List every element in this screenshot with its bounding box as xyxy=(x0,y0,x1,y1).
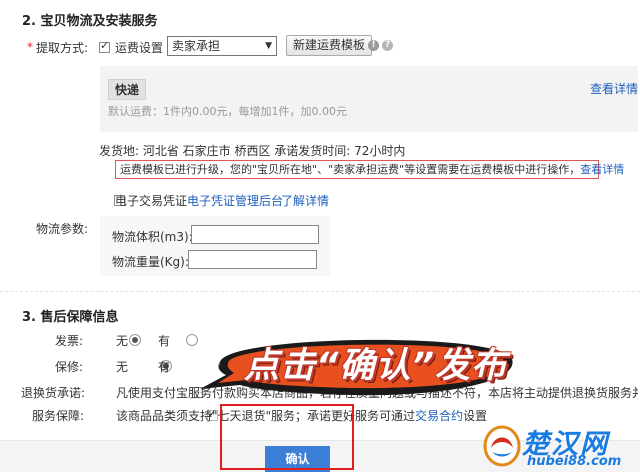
e-voucher-admin-link[interactable]: 电子凭证管理后台 xyxy=(187,192,283,209)
warranty-no-label: 无 xyxy=(116,360,129,374)
ship-from-text: 发货地: 河北省 石家庄市 桥西区 承诺发货时间: 72小时内 xyxy=(99,144,406,158)
params-label: 物流参数: xyxy=(36,222,89,236)
volume-input[interactable] xyxy=(191,225,319,244)
volume-label: 物流体积(m3): xyxy=(112,230,193,244)
warranty-label: 保修: xyxy=(55,360,84,374)
invoice-yes-label: 有 xyxy=(158,334,171,348)
shipping-setting-checkbox[interactable] xyxy=(99,39,110,53)
chevron-down-icon: ▼ xyxy=(265,41,272,51)
invoice-no-radio[interactable] xyxy=(128,334,141,346)
notice-details-link[interactable]: 查看详情 xyxy=(580,163,624,176)
warranty-yes-label: 有 xyxy=(158,360,171,374)
help-icon[interactable]: ? xyxy=(382,40,393,51)
weight-label: 物流重量(Kg): xyxy=(112,255,189,269)
default-fee-text: 默认运费：1件内0.00元，每增加1件，加0.00元 xyxy=(108,105,347,118)
confirm-highlight-frame xyxy=(220,404,354,470)
instruction-bubble: 点击“确认”发布 xyxy=(200,325,520,401)
pickup-label: 提取方式: xyxy=(36,41,89,55)
watermark-en: hubei88.com xyxy=(527,454,622,469)
after-sales-section-title: 3. 售后保障信息 xyxy=(22,310,119,325)
service-text-after: 设置 xyxy=(463,409,488,423)
required-mark: * xyxy=(27,40,33,54)
invoice-no-label: 无 xyxy=(116,334,129,348)
template-view-details-link[interactable]: 查看详情 xyxy=(590,80,638,97)
section-divider xyxy=(0,291,640,292)
bubble-caption: 点击“确认”发布 xyxy=(244,346,508,386)
info-icon[interactable]: ! xyxy=(368,40,379,51)
carrier-select-value: 卖家承担 xyxy=(172,39,221,53)
contract-link[interactable]: 交易合约 xyxy=(415,409,463,423)
shipping-setting-label: 运费设置 xyxy=(115,41,164,55)
service-label: 服务保障: xyxy=(32,409,85,423)
template-box xyxy=(100,66,638,132)
template-name-tag: 快递 xyxy=(108,79,147,100)
notice-text: 运费模板已进行升级，您的"宝贝所在地"、"卖家承担运费"等设置需要在运费模板中进… xyxy=(120,163,581,176)
upgrade-notice: 运费模板已进行升级，您的"宝贝所在地"、"卖家承担运费"等设置需要在运费模板中进… xyxy=(115,160,624,179)
learn-more-link[interactable]: 了解详情 xyxy=(281,192,329,209)
new-template-button[interactable]: 新建运费模板 xyxy=(286,35,373,56)
logistics-section-title: 2. 宝贝物流及安装服务 xyxy=(22,14,158,29)
carrier-select[interactable]: 卖家承担 ▼ xyxy=(167,36,277,56)
e-voucher-label: 电子交易凭证 xyxy=(115,194,188,208)
watermark-logo xyxy=(483,425,521,467)
weight-input[interactable] xyxy=(188,250,317,269)
invoice-label: 发票: xyxy=(55,334,84,348)
return-label: 退换货承诺: xyxy=(21,386,86,400)
invoice-yes-radio[interactable] xyxy=(186,334,199,346)
